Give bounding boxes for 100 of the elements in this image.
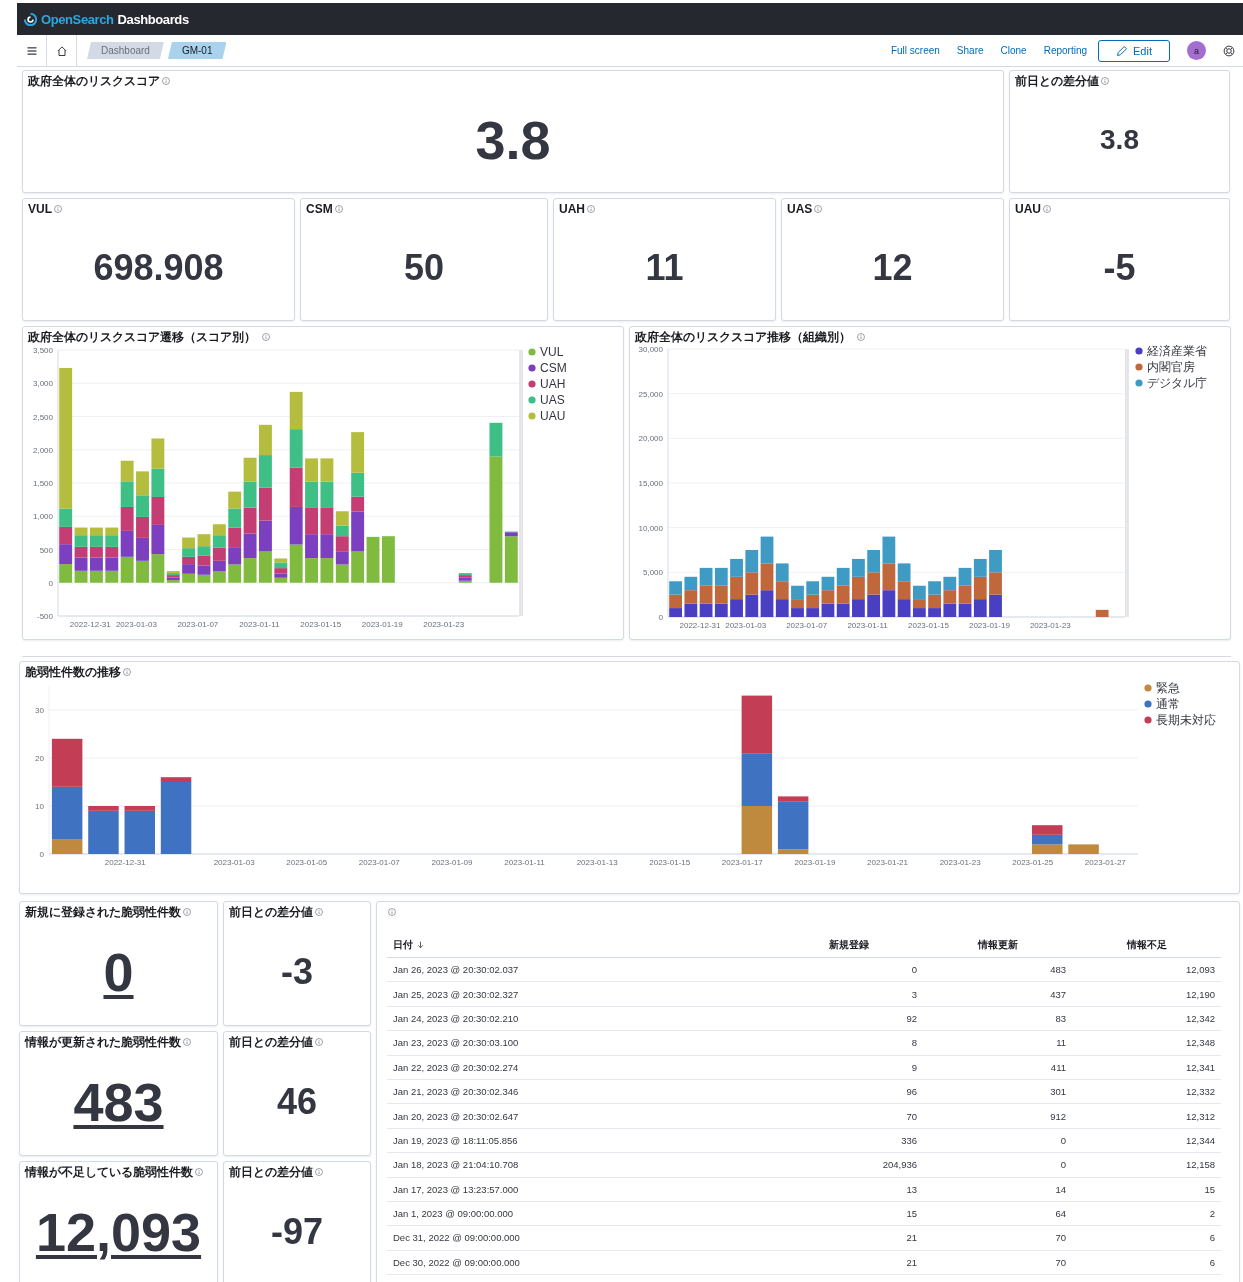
product-name: Dashboards [117, 11, 189, 27]
y-axis-label: 20,000 [638, 434, 663, 444]
table-cell: 70 [774, 1103, 923, 1129]
panel-title: 前日との差分値 [1015, 72, 1099, 90]
y-axis-label: 20 [35, 754, 44, 763]
metric-value: 46 [276, 1083, 317, 1120]
panel-title: 政府全体のリスクスコア遷移（スコア別） [28, 328, 256, 346]
column-header[interactable]: 情報不足 [1126, 938, 1167, 952]
table-cell: 11 [923, 1030, 1072, 1056]
y-axis-label: 1,000 [32, 512, 53, 522]
nav-link[interactable]: Reporting [1043, 45, 1088, 56]
table-cell: 70 [923, 1225, 1072, 1251]
table-cell: Jan 20, 2023 @ 20:30:02.647 [387, 1103, 774, 1129]
y-axis-label: 15,000 [638, 479, 663, 488]
x-axis-label: 2023-01-15 [300, 620, 342, 629]
panel-title: 新規に登録された脆弱性件数 [25, 903, 181, 921]
panel-title: 政府全体のリスクスコア [28, 72, 160, 90]
legend-label: UAS [540, 393, 565, 407]
legend-label: 長期未対応 [1156, 713, 1216, 727]
table-cell: 437 [923, 981, 1072, 1007]
y-axis-label: 1,500 [32, 479, 53, 488]
table-cell: 64 [923, 1201, 1072, 1226]
x-axis-label: 2023-01-23 [939, 858, 981, 867]
y-axis-label: 0 [39, 850, 44, 859]
x-axis-label: 2023-01-15 [908, 621, 949, 630]
table-cell: 3 [774, 981, 923, 1007]
column-header[interactable]: 日付 [393, 938, 424, 952]
nav-link[interactable]: Clone [1000, 45, 1027, 56]
table-cell: 12,158 [1072, 1152, 1221, 1177]
metric-link[interactable]: 12,093 [35, 1204, 202, 1259]
table-cell: Jan 17, 2023 @ 13:23:57.000 [387, 1177, 774, 1202]
x-axis-label: 2023-01-03 [725, 621, 767, 630]
x-axis-label: 2023-01-25 [1012, 858, 1054, 867]
table-cell: Jan 25, 2023 @ 20:30:02.327 [387, 981, 774, 1007]
panel-title: 情報が更新された脆弱性件数 [25, 1033, 181, 1051]
user-avatar[interactable]: a [1187, 41, 1206, 60]
table-cell: 336 [774, 1128, 923, 1153]
table-cell: Jan 18, 2023 @ 21:04:10.708 [387, 1152, 774, 1177]
table-cell: 92 [774, 1006, 923, 1031]
legend-label: 内閣官房 [1147, 360, 1195, 374]
panel-title: 情報が不足している脆弱性件数 [25, 1163, 193, 1181]
table-cell: Dec 31, 2022 @ 09:00:00.000 [387, 1225, 774, 1251]
table-cell: 12,312 [1072, 1103, 1221, 1129]
table-cell: Jan 26, 2023 @ 20:30:02.037 [387, 957, 774, 982]
metric-value: 12 [872, 249, 913, 286]
x-axis-label: 2022-12-31 [69, 620, 111, 629]
edit-button[interactable]: Edit [1098, 39, 1170, 62]
legend-label: VUL [540, 345, 564, 359]
metric-value: -97 [271, 1213, 323, 1250]
column-header[interactable]: 新規登録 [828, 938, 869, 952]
panel-title: 前日との差分値 [229, 903, 313, 921]
panel-title: UAU [1015, 202, 1041, 216]
y-axis-label: -500 [37, 612, 53, 621]
y-axis-label: 25,000 [638, 389, 663, 399]
panel-title: UAH [559, 202, 585, 216]
table-cell: 15 [774, 1201, 923, 1226]
table-cell: 12,348 [1072, 1030, 1221, 1056]
y-axis-label: 5,000 [642, 568, 663, 578]
panel-title: 政府全体のリスクスコア推移（組織別） [635, 328, 851, 346]
metric-link[interactable]: 0 [103, 944, 134, 999]
table-cell: Jan 24, 2023 @ 20:30:02.210 [387, 1006, 774, 1031]
x-axis-label: 2023-01-23 [1029, 621, 1071, 630]
breadcrumb[interactable]: Dashboard [87, 42, 164, 59]
column-header[interactable]: 情報更新 [977, 938, 1018, 952]
x-axis-label: 2023-01-19 [361, 620, 403, 629]
x-axis-label: 2023-01-07 [358, 858, 400, 867]
nav-link[interactable]: Full screen [890, 45, 940, 56]
table-cell: Jan 19, 2023 @ 18:11:05.856 [387, 1128, 774, 1153]
y-axis-label: 10,000 [638, 523, 663, 533]
panel-title: 前日との差分値 [229, 1033, 313, 1051]
table-cell: 21 [774, 1225, 923, 1251]
breadcrumb[interactable]: GM-01 [167, 42, 227, 59]
x-axis-label: 2023-01-11 [239, 620, 280, 629]
table-cell: 12,341 [1072, 1055, 1221, 1080]
table-cell: 2 [1072, 1201, 1221, 1226]
y-axis-label: 0 [48, 578, 53, 588]
y-axis-label: 3,000 [32, 379, 53, 389]
x-axis-label: 2023-01-03 [115, 620, 157, 629]
x-axis-label: 2022-12-31 [104, 858, 146, 867]
y-axis-label: 10 [35, 802, 44, 811]
panel-title: CSM [306, 202, 333, 216]
panel-title: 脆弱性件数の推移 [25, 663, 121, 681]
x-axis-label: 2023-01-03 [213, 858, 255, 867]
table-cell: 6 [1072, 1250, 1221, 1275]
x-axis-label: 2023-01-07 [786, 621, 828, 630]
table-cell: Jan 22, 2023 @ 20:30:02.274 [387, 1055, 774, 1080]
y-axis-label: 500 [39, 545, 53, 555]
legend-label: 緊急 [1156, 681, 1180, 695]
table-cell: Jan 23, 2023 @ 20:30:03.100 [387, 1030, 774, 1056]
metric-link[interactable]: 483 [73, 1074, 164, 1129]
table-cell: 301 [923, 1079, 1072, 1104]
table-cell: 9 [774, 1055, 923, 1080]
y-axis-label: 30,000 [638, 345, 663, 354]
legend-label: UAU [540, 409, 566, 423]
legend-label: UAH [540, 377, 566, 391]
table-cell: 483 [923, 957, 1072, 982]
nav-link[interactable]: Share [956, 45, 984, 56]
legend-label: デジタル庁 [1147, 376, 1207, 390]
x-axis-label: 2022-12-31 [679, 621, 721, 630]
legend-label: CSM [540, 361, 567, 375]
